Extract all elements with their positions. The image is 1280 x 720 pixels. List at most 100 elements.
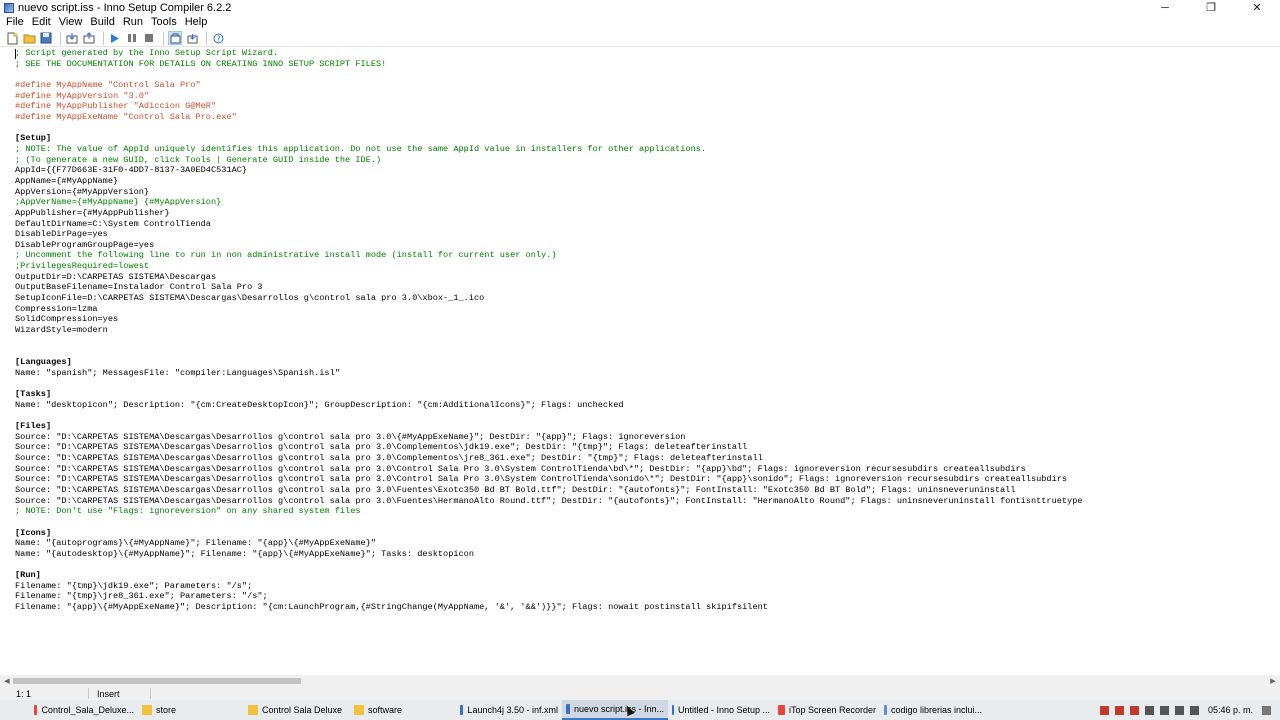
code-line: Name: "{autodesktop}\{#MyAppName}"; File… xyxy=(15,548,474,559)
code-line: DisableDirPage=yes xyxy=(15,229,108,240)
code-line: ;PrivilegesRequired=lowest xyxy=(15,261,150,272)
close-button[interactable]: ✕ xyxy=(1234,0,1280,15)
menu-view[interactable]: View xyxy=(55,16,87,28)
compile-all-icon[interactable] xyxy=(82,31,96,45)
code-line: ; SEE THE DOCUMENTATION FOR DETAILS ON C… xyxy=(15,58,387,69)
code-line: #define MyAppVersion "3.0" xyxy=(15,90,150,101)
system-tray: 05:46 p. m. xyxy=(1097,700,1280,720)
insert-mode: Insert xyxy=(97,688,120,699)
minimize-button[interactable]: ─ xyxy=(1142,0,1188,15)
target-icon[interactable] xyxy=(168,31,182,45)
taskbar-item[interactable]: Untitled - Inno Setup ... xyxy=(668,700,774,720)
taskbar-item[interactable]: Control Sala Deluxe xyxy=(244,700,350,720)
scroll-left-icon[interactable]: ◀ xyxy=(1,675,13,687)
toolbar: ? xyxy=(0,30,1280,47)
code-line: ; (To generate a new GUID, click Tools |… xyxy=(15,154,382,165)
code-line: AppId={{F77D663E-31F0-4DD7-8137-3A0ED4C5… xyxy=(15,165,248,176)
open-folder-icon[interactable] xyxy=(22,31,36,45)
tray-chevron-icon[interactable] xyxy=(1144,705,1154,715)
code-line: Source: "D:\CARPETAS SISTEMA\Descargas\D… xyxy=(15,495,1083,506)
taskbar-item[interactable]: Launch4j 3.50 - inf.xml xyxy=(456,700,562,720)
clock[interactable]: 05:46 p. m. xyxy=(1208,705,1253,715)
run-icon[interactable] xyxy=(108,31,122,45)
network-icon[interactable] xyxy=(1174,705,1184,715)
code-line: ;AppVerName={#MyAppName} {#MyAppVersion} xyxy=(15,197,222,208)
taskbar-item-label: codigo librerias inclui... xyxy=(890,705,982,715)
toolbar-separator xyxy=(103,31,104,45)
stop-icon[interactable] xyxy=(142,31,156,45)
menu-file[interactable]: File xyxy=(2,16,28,28)
help-icon[interactable]: ? xyxy=(211,31,225,45)
tray-app-icon[interactable] xyxy=(1114,705,1124,715)
code-line: SolidCompression=yes xyxy=(15,314,119,325)
compile-icon[interactable] xyxy=(65,31,79,45)
notepad-icon xyxy=(884,705,887,715)
toolbar-separator xyxy=(206,31,207,45)
maximize-button[interactable]: ❐ xyxy=(1188,0,1234,15)
menu-tools[interactable]: Tools xyxy=(147,16,181,28)
taskbar: Control_Sala_Deluxe... store Control Sala … xyxy=(0,700,1280,720)
code-line: ; NOTE: Don't use "Flags: ignoreversion"… xyxy=(15,506,361,517)
volume-icon[interactable] xyxy=(1189,705,1199,715)
window-controls: ─ ❐ ✕ xyxy=(1142,0,1280,15)
target-alt-icon[interactable] xyxy=(185,31,199,45)
code-editor[interactable]: ; Script generated by the Inno Setup Scr… xyxy=(0,48,1280,674)
code-line: ; Script generated by the Inno Setup Scr… xyxy=(15,48,279,58)
toolbar-separator xyxy=(60,31,61,45)
code-line: #define MyAppName "Control Sala Pro" xyxy=(15,79,201,90)
folder-icon xyxy=(248,705,258,715)
menu-run[interactable]: Run xyxy=(119,16,147,28)
menu-build[interactable]: Build xyxy=(86,16,118,28)
taskbar-item[interactable]: software xyxy=(350,700,456,720)
code-line: #define MyAppExeName "Control Sala Pro.e… xyxy=(15,111,237,122)
start-button[interactable] xyxy=(0,700,30,720)
code-line: [Run] xyxy=(15,570,41,581)
taskbar-item[interactable]: nuevo script.iss - Inn... xyxy=(562,700,668,720)
window-title: nuevo script.iss - Inno Setup Compiler 6… xyxy=(18,1,232,14)
recorder-icon xyxy=(778,705,785,715)
taskbar-item[interactable]: Control_Sala_Deluxe... xyxy=(30,700,138,720)
status-divider xyxy=(150,688,151,699)
code-line: #define MyAppPublisher "Adiccion G@MeR" xyxy=(15,101,217,112)
pause-icon[interactable] xyxy=(125,31,139,45)
menu-edit[interactable]: Edit xyxy=(28,16,55,28)
code-line: [Setup] xyxy=(15,133,52,144)
taskbar-item[interactable]: iTop Screen Recorder xyxy=(774,700,880,720)
status-divider xyxy=(88,688,89,699)
taskbar-item[interactable]: store xyxy=(138,700,244,720)
code-line: AppPublisher={#MyAppPublisher} xyxy=(15,207,170,218)
taskbar-item-label: Untitled - Inno Setup ... xyxy=(677,705,770,715)
taskbar-item-label: Control_Sala_Deluxe... xyxy=(41,705,134,715)
scroll-right-icon[interactable]: ▶ xyxy=(1267,675,1279,687)
tray-app-icon[interactable] xyxy=(1129,705,1139,715)
code-line: SetupIconFile=D:\CARPETAS SISTEMA\Descar… xyxy=(15,293,485,304)
code-line: Name: "{autoprograms}\{#MyAppName}"; Fil… xyxy=(15,538,376,549)
taskbar-item-label: Control Sala Deluxe xyxy=(262,705,343,715)
code-line: Name: "spanish"; MessagesFile: "compiler… xyxy=(15,367,340,378)
code-line: Source: "D:\CARPETAS SISTEMA\Descargas\D… xyxy=(15,474,1068,485)
notification-icon[interactable] xyxy=(1262,705,1271,715)
tray-app-icon[interactable] xyxy=(1099,705,1109,715)
folder-icon xyxy=(354,705,364,715)
code-line: OutputDir=D:\CARPETAS SISTEMA\Descargas xyxy=(15,271,217,282)
code-line: Source: "D:\CARPETAS SISTEMA\Descargas\D… xyxy=(15,484,1016,495)
taskbar-item[interactable]: codigo librerias inclui... xyxy=(880,700,986,720)
code-line: [Icons] xyxy=(15,527,52,538)
taskbar-item-label: nuevo script.iss - Inn... xyxy=(573,704,664,714)
new-file-icon[interactable] xyxy=(5,31,19,45)
code-line: Source: "D:\CARPETAS SISTEMA\Descargas\D… xyxy=(15,431,686,442)
scrollbar-thumb[interactable] xyxy=(13,678,301,684)
save-icon[interactable] xyxy=(39,31,53,45)
menu-help[interactable]: Help xyxy=(181,16,212,28)
inno-setup-icon xyxy=(672,705,674,715)
battery-icon[interactable] xyxy=(1159,705,1169,715)
taskbar-item-label: store xyxy=(156,705,177,715)
horizontal-scrollbar[interactable]: ◀ ▶ xyxy=(0,675,1280,687)
code-line: [Tasks] xyxy=(15,389,52,399)
script-code[interactable]: ; Script generated by the Inno Setup Scr… xyxy=(15,48,1083,613)
